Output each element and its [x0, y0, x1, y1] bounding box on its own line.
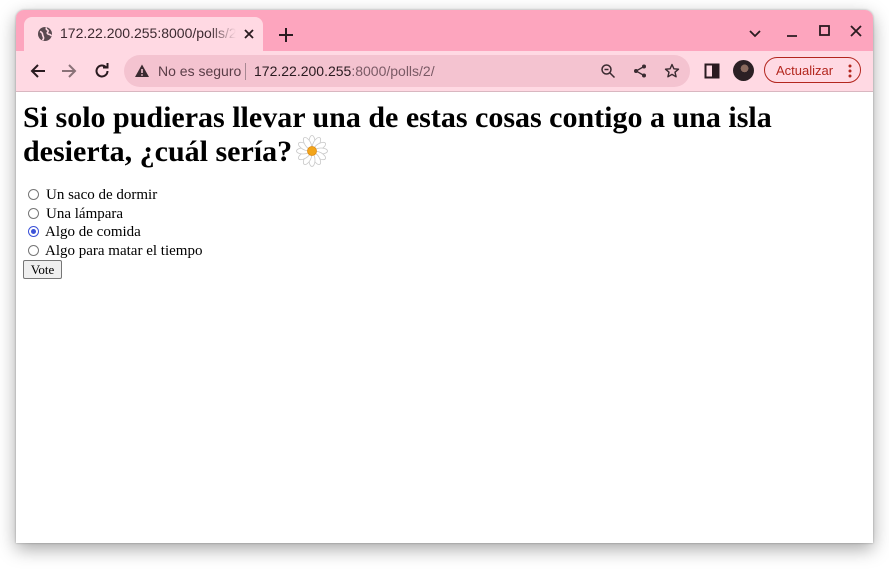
maximize-icon[interactable] [816, 22, 834, 40]
warning-icon[interactable] [134, 63, 150, 79]
address-bar[interactable]: No es seguro 172.22.200.255:8000/polls/2… [124, 55, 690, 87]
omnibox-divider [245, 63, 246, 80]
choice-label[interactable]: Algo de comida [45, 223, 141, 241]
reload-icon[interactable] [92, 61, 112, 81]
security-label[interactable]: No es seguro [158, 63, 241, 79]
arrow-left-icon[interactable] [28, 61, 48, 81]
update-label: Actualizar [776, 63, 834, 78]
url-path: :8000/polls/2/ [351, 63, 435, 79]
browser-tab[interactable]: 172.22.200.255:8000/polls/2/ [24, 17, 263, 51]
globe-icon [38, 27, 53, 41]
url-text[interactable]: 172.22.200.255:8000/polls/2/ [254, 63, 435, 79]
url-host: 172.22.200.255 [254, 63, 352, 79]
choice-label[interactable]: Algo para matar el tiempo [45, 242, 202, 260]
page-content: Si solo pudieras llevar una de estas cos… [16, 92, 873, 543]
avatar[interactable] [733, 60, 754, 81]
side-panel-icon[interactable] [702, 61, 722, 81]
poll-question: Si solo pudieras llevar una de estas cos… [23, 101, 868, 169]
choice-radio[interactable] [28, 189, 39, 200]
browser-window: 172.22.200.255:8000/polls/2/ No es segur… [16, 10, 873, 543]
minimize-icon[interactable] [783, 24, 801, 42]
star-icon[interactable] [664, 63, 680, 79]
vote-button[interactable]: Vote [23, 260, 62, 279]
window-close-icon[interactable] [847, 22, 865, 40]
daisy-icon [296, 135, 329, 167]
choice-label[interactable]: Una lámpara [46, 205, 123, 223]
zoom-out-icon[interactable] [600, 63, 616, 79]
choice-radio[interactable] [28, 207, 39, 219]
share-icon[interactable] [632, 63, 648, 79]
choice-radio[interactable] [28, 226, 39, 237]
tab-title: 172.22.200.255:8000/polls/2/ [60, 25, 236, 41]
choice-radio[interactable] [28, 244, 39, 256]
chevron-down-icon[interactable] [746, 24, 764, 42]
kebab-menu-icon[interactable] [847, 63, 853, 79]
arrow-right-icon[interactable] [59, 61, 79, 81]
close-icon[interactable] [241, 26, 257, 42]
choice-label[interactable]: Un saco de dormir [46, 186, 157, 204]
update-button[interactable]: Actualizar [764, 57, 861, 83]
poll-question-text: Si solo pudieras llevar una de estas cos… [23, 101, 772, 168]
plus-icon[interactable] [276, 25, 296, 45]
title-bar: 172.22.200.255:8000/polls/2/ [16, 10, 873, 51]
browser-toolbar: No es seguro 172.22.200.255:8000/polls/2… [16, 51, 873, 92]
